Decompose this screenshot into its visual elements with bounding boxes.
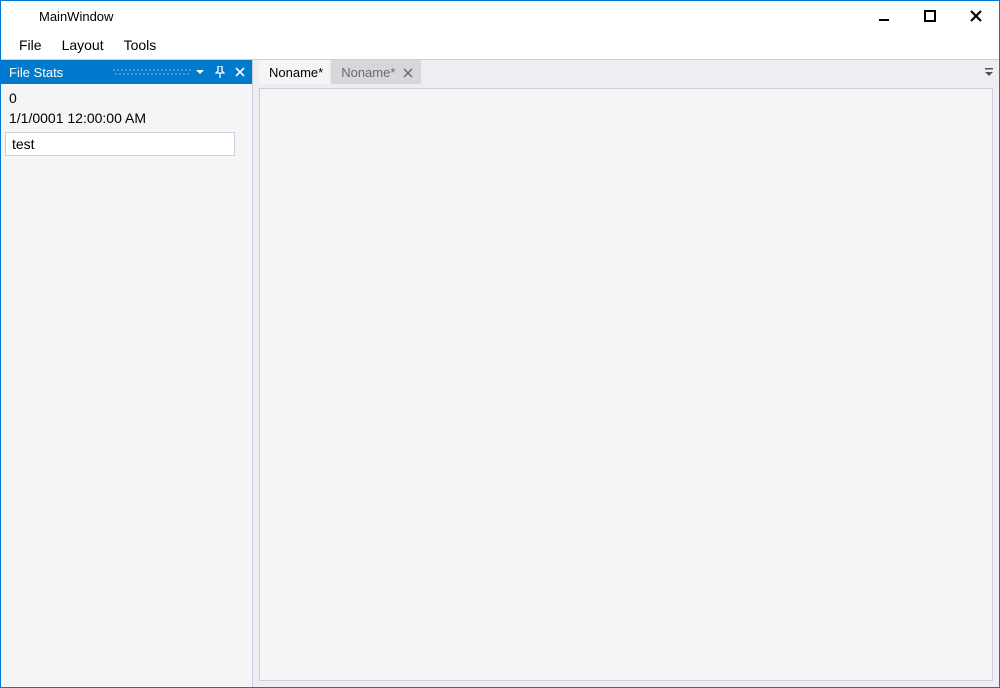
window-controls bbox=[861, 1, 999, 31]
tabstrip-spacer bbox=[421, 60, 979, 84]
stat-input-wrapper bbox=[5, 132, 248, 156]
close-button[interactable] bbox=[953, 1, 999, 31]
sidepanel-header-icons bbox=[192, 64, 248, 80]
sidepanel-close-button[interactable] bbox=[232, 64, 248, 80]
titlebar: MainWindow bbox=[1, 1, 999, 31]
menubar: File Layout Tools bbox=[1, 31, 999, 59]
document-tab-active[interactable]: Noname* bbox=[259, 60, 329, 84]
sidepanel-title: File Stats bbox=[9, 65, 112, 80]
document-tabstrip: Noname* Noname* bbox=[253, 60, 999, 84]
close-icon bbox=[403, 68, 413, 78]
stat-value-count: 0 bbox=[5, 88, 248, 108]
document-area: Noname* Noname* bbox=[253, 60, 999, 687]
minimize-icon bbox=[878, 10, 890, 22]
sidepanel-pin-button[interactable] bbox=[212, 64, 228, 80]
close-icon bbox=[969, 9, 983, 23]
menu-tools[interactable]: Tools bbox=[114, 33, 167, 57]
sidepanel-grip-icon bbox=[112, 60, 192, 84]
maximize-icon bbox=[924, 10, 936, 22]
sidepanel-header[interactable]: File Stats bbox=[1, 60, 252, 84]
window-title: MainWindow bbox=[9, 9, 113, 24]
close-icon bbox=[235, 67, 245, 77]
menu-dropdown-icon bbox=[984, 67, 994, 77]
document-tab-inactive[interactable]: Noname* bbox=[331, 60, 421, 84]
pin-icon bbox=[215, 66, 225, 78]
main-area: File Stats bbox=[1, 59, 999, 687]
stat-value-timestamp: 1/1/0001 12:00:00 AM bbox=[5, 108, 248, 128]
sidepanel-body: 0 1/1/0001 12:00:00 AM bbox=[1, 84, 252, 687]
tab-close-button[interactable] bbox=[401, 66, 415, 80]
chevron-down-icon bbox=[195, 67, 205, 77]
document-content[interactable] bbox=[259, 88, 993, 681]
minimize-button[interactable] bbox=[861, 1, 907, 31]
menu-layout[interactable]: Layout bbox=[52, 33, 114, 57]
stat-text-input[interactable] bbox=[5, 132, 235, 156]
sidepanel-dropdown-button[interactable] bbox=[192, 64, 208, 80]
tabstrip-menu-button[interactable] bbox=[979, 60, 999, 84]
maximize-button[interactable] bbox=[907, 1, 953, 31]
menu-file[interactable]: File bbox=[9, 33, 52, 57]
document-tab-label: Noname* bbox=[269, 65, 323, 80]
document-tab-label: Noname* bbox=[341, 65, 395, 80]
sidepanel-file-stats: File Stats bbox=[1, 60, 253, 687]
